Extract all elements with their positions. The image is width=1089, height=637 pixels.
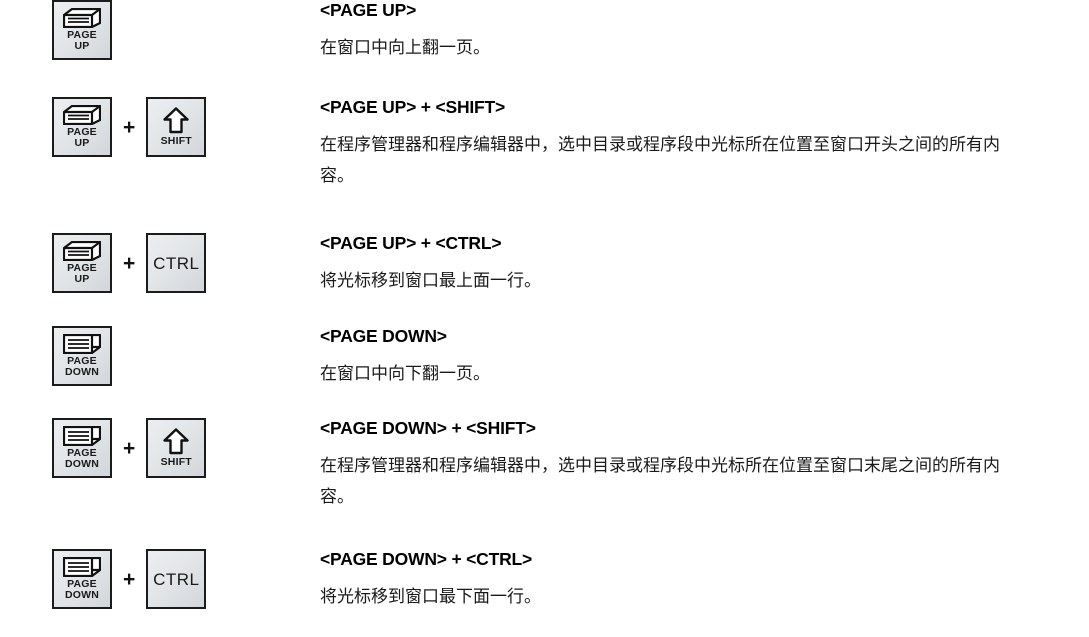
key-label: CTRL <box>153 569 200 589</box>
key-page-down[interactable]: PAGE DOWN <box>52 326 112 386</box>
key-page-up[interactable]: PAGE UP <box>52 233 112 293</box>
shortcut-row: PAGE DOWN + SHIFT <PAGE DOWN> + <SHIFT> … <box>0 418 1089 513</box>
page-up-icon <box>62 104 102 126</box>
key-combination: PAGE DOWN <box>0 326 320 386</box>
key-label: SHIFT <box>160 456 192 468</box>
shortcut-title: <PAGE UP> + <SHIFT> <box>320 97 506 117</box>
shortcut-row: PAGE UP <PAGE UP> 在窗口中向上翻一页。 <box>0 0 1089 64</box>
key-shift[interactable]: SHIFT <box>146 97 207 157</box>
shortcut-text: <PAGE DOWN> 在窗口中向下翻一页。 <box>320 326 1089 390</box>
key-combination: PAGE DOWN + SHIFT <box>0 418 320 478</box>
shortcut-reference-page: PAGE UP <PAGE UP> 在窗口中向上翻一页。 PAGE UP + S… <box>0 0 1089 637</box>
key-label: CTRL <box>153 253 200 273</box>
plus-separator: + <box>123 567 136 591</box>
shortcut-row: PAGE UP + CTRL <PAGE UP> + <CTRL> 将光标移到窗… <box>0 233 1089 297</box>
plus-separator: + <box>123 115 136 139</box>
key-label: PAGE DOWN <box>64 447 100 470</box>
key-label: PAGE UP <box>67 262 97 285</box>
key-ctrl[interactable]: CTRL <box>146 549 207 609</box>
shortcut-text: <PAGE UP> + <CTRL> 将光标移到窗口最上面一行。 <box>320 233 1089 297</box>
key-combination: PAGE UP + SHIFT <box>0 97 320 157</box>
shortcut-description: 在程序管理器和程序编辑器中，选中目录或程序段中光标所在位置至窗口开头之间的所有内… <box>320 135 1000 186</box>
shortcut-description: 在窗口中向上翻一页。 <box>320 38 490 58</box>
shortcut-description: 将光标移到窗口最上面一行。 <box>320 271 541 291</box>
shortcut-description: 将光标移到窗口最下面一行。 <box>320 587 541 607</box>
plus-separator: + <box>123 251 136 275</box>
shortcut-row: PAGE DOWN + CTRL <PAGE DOWN> + <CTRL> 将光… <box>0 549 1089 613</box>
key-label: PAGE UP <box>67 29 97 52</box>
key-page-up[interactable]: PAGE UP <box>52 97 112 157</box>
page-up-icon <box>62 7 102 29</box>
key-ctrl[interactable]: CTRL <box>146 233 207 293</box>
shortcut-text: <PAGE UP> 在窗口中向上翻一页。 <box>320 0 1089 64</box>
key-page-down[interactable]: PAGE DOWN <box>52 549 112 609</box>
shortcut-title: <PAGE UP> <box>320 0 417 20</box>
shortcut-text: <PAGE DOWN> + <CTRL> 将光标移到窗口最下面一行。 <box>320 549 1089 613</box>
shortcut-title: <PAGE UP> + <CTRL> <box>320 233 502 253</box>
key-shift[interactable]: SHIFT <box>146 418 207 478</box>
page-down-icon <box>62 556 102 578</box>
shortcut-description: 在窗口中向下翻一页。 <box>320 364 490 384</box>
shortcut-description: 在程序管理器和程序编辑器中，选中目录或程序段中光标所在位置至窗口末尾之间的所有内… <box>320 456 1000 507</box>
shortcut-row: PAGE DOWN <PAGE DOWN> 在窗口中向下翻一页。 <box>0 326 1089 390</box>
plus-separator: + <box>123 436 136 460</box>
key-page-up[interactable]: PAGE UP <box>52 0 112 60</box>
shift-arrow-icon <box>163 107 189 134</box>
shortcut-title: <PAGE DOWN> + <SHIFT> <box>320 418 536 438</box>
key-combination: PAGE UP <box>0 0 320 60</box>
page-down-icon <box>62 333 102 355</box>
page-down-icon <box>62 425 102 447</box>
key-label: PAGE DOWN <box>64 578 100 601</box>
key-combination: PAGE DOWN + CTRL <box>0 549 320 609</box>
shortcut-title: <PAGE DOWN> <box>320 326 447 346</box>
shift-arrow-icon <box>163 428 189 455</box>
key-label: SHIFT <box>160 135 192 147</box>
key-label: PAGE DOWN <box>64 355 100 378</box>
shortcut-text: <PAGE DOWN> + <SHIFT> 在程序管理器和程序编辑器中，选中目录… <box>320 418 1089 513</box>
shortcut-title: <PAGE DOWN> + <CTRL> <box>320 549 533 569</box>
shortcut-row: PAGE UP + SHIFT <PAGE UP> + <SHIFT> 在程序管… <box>0 97 1089 192</box>
key-label: PAGE UP <box>67 126 97 149</box>
shortcut-text: <PAGE UP> + <SHIFT> 在程序管理器和程序编辑器中，选中目录或程… <box>320 97 1089 192</box>
key-page-down[interactable]: PAGE DOWN <box>52 418 112 478</box>
key-combination: PAGE UP + CTRL <box>0 233 320 293</box>
page-up-icon <box>62 240 102 262</box>
